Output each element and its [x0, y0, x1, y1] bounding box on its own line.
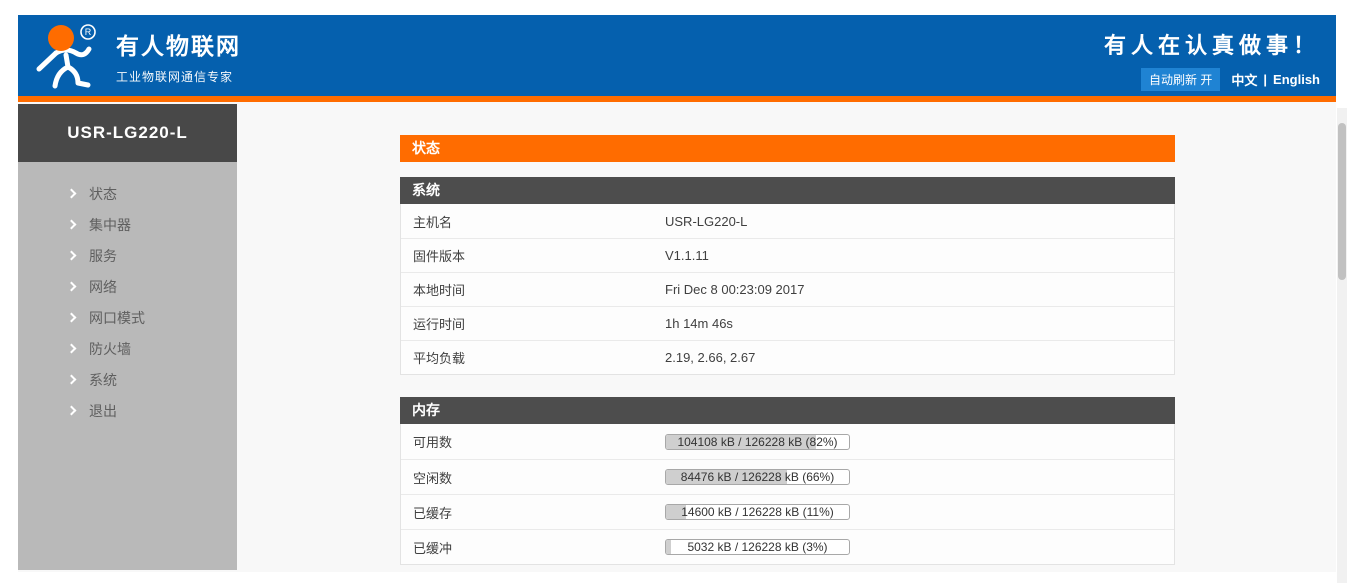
sidebar-nav: 状态 集中器 服务 网络 网口模式	[18, 162, 237, 426]
header-links: 自动刷新 开 中文 | English	[1104, 68, 1320, 91]
brand-title: 有人物联网	[116, 27, 241, 61]
row-label: 可用数	[413, 432, 665, 451]
sidebar-item-label: 退出	[89, 401, 117, 421]
sidebar-item-status[interactable]: 状态	[18, 178, 237, 209]
sidebar-item-network[interactable]: 网络	[18, 271, 237, 302]
sidebar-item-logout[interactable]: 退出	[18, 395, 237, 426]
header-slogan: 有人在认真做事！	[1104, 28, 1320, 60]
row-value: 1h 14m 46s	[665, 316, 733, 331]
header-right: 有人在认真做事！ 自动刷新 开 中文 | English	[1104, 15, 1336, 96]
sidebar-item-label: 防火墙	[89, 339, 131, 359]
chevron-right-icon	[67, 344, 77, 354]
memory-progress-bar: 14600 kB / 126228 kB (11%)	[665, 504, 850, 520]
content-inner: 状态 系统 主机名 USR-LG220-L 固件版本 V1.1.11	[400, 135, 1175, 565]
table-row-firmware: 固件版本 V1.1.11	[401, 238, 1174, 272]
table-row-hostname: 主机名 USR-LG220-L	[401, 204, 1174, 238]
memory-progress-bar: 104108 kB / 126228 kB (82%)	[665, 434, 850, 450]
row-label: 已缓冲	[413, 538, 665, 557]
table-row-mem-available: 可用数 104108 kB / 126228 kB (82%)	[401, 424, 1174, 459]
memory-panel-header: 内存	[400, 397, 1175, 424]
lang-english-link[interactable]: English	[1273, 72, 1320, 87]
content-area: 状态 系统 主机名 USR-LG220-L 固件版本 V1.1.11	[237, 102, 1336, 572]
chevron-right-icon	[67, 251, 77, 261]
sidebar-item-label: 系统	[89, 370, 117, 390]
chevron-right-icon	[67, 375, 77, 385]
header-bar: R 有人物联网 工业物联网通信专家 有人在认真做事！ 自动刷新 开 中文 | E…	[18, 15, 1336, 102]
sidebar-item-label: 网口模式	[89, 308, 145, 328]
chevron-right-icon	[67, 189, 77, 199]
sidebar-item-concentrator[interactable]: 集中器	[18, 209, 237, 240]
progress-text: 5032 kB / 126228 kB (3%)	[666, 540, 849, 554]
sidebar: USR-LG220-L 状态 集中器 服务 网络	[18, 104, 237, 570]
usr-logo-icon: R	[30, 22, 106, 92]
row-label: 空闲数	[413, 468, 665, 487]
chevron-right-icon	[67, 406, 77, 416]
brand-logo-group: R 有人物联网 工业物联网通信专家	[18, 15, 241, 96]
main-area: USR-LG220-L 状态 集中器 服务 网络	[18, 102, 1336, 572]
progress-text: 14600 kB / 126228 kB (11%)	[666, 505, 849, 519]
progress-text: 104108 kB / 126228 kB (82%)	[666, 435, 849, 449]
table-row-mem-cached: 已缓存 14600 kB / 126228 kB (11%)	[401, 494, 1174, 529]
system-panel: 系统 主机名 USR-LG220-L 固件版本 V1.1.11 本地时间 Fri	[400, 177, 1175, 375]
lang-chinese-link[interactable]: 中文	[1231, 70, 1257, 89]
memory-table: 可用数 104108 kB / 126228 kB (82%) 空闲数 8447…	[400, 424, 1175, 565]
page-title: 状态	[400, 135, 1175, 162]
logo-head-circle	[48, 25, 74, 51]
row-value: USR-LG220-L	[665, 214, 747, 229]
auto-refresh-toggle[interactable]: 自动刷新 开	[1141, 68, 1220, 91]
table-row-load-average: 平均负载 2.19, 2.66, 2.67	[401, 340, 1174, 374]
brand-text: 有人物联网 工业物联网通信专家	[116, 27, 241, 85]
memory-progress-bar: 84476 kB / 126228 kB (66%)	[665, 469, 850, 485]
sidebar-item-label: 状态	[89, 184, 117, 204]
language-switcher: 中文 | English	[1231, 70, 1320, 89]
memory-panel: 内存 可用数 104108 kB / 126228 kB (82%) 空闲数	[400, 397, 1175, 565]
svg-text:R: R	[85, 27, 92, 37]
sidebar-item-label: 网络	[89, 277, 117, 297]
memory-progress-bar: 5032 kB / 126228 kB (3%)	[665, 539, 850, 555]
table-row-local-time: 本地时间 Fri Dec 8 00:23:09 2017	[401, 272, 1174, 306]
scrollbar-thumb[interactable]	[1338, 123, 1346, 280]
row-label: 固件版本	[413, 246, 665, 265]
vertical-scrollbar[interactable]	[1337, 108, 1347, 583]
row-value: 2.19, 2.66, 2.67	[665, 350, 755, 365]
row-value: V1.1.11	[665, 248, 709, 263]
chevron-right-icon	[67, 282, 77, 292]
brand-subtitle: 工业物联网通信专家	[116, 68, 241, 85]
chevron-right-icon	[67, 220, 77, 230]
system-panel-header: 系统	[400, 177, 1175, 204]
sidebar-item-label: 集中器	[89, 215, 131, 235]
row-label: 主机名	[413, 212, 665, 231]
table-row-mem-free: 空闲数 84476 kB / 126228 kB (66%)	[401, 459, 1174, 494]
app-window: R 有人物联网 工业物联网通信专家 有人在认真做事！ 自动刷新 开 中文 | E…	[18, 15, 1336, 572]
sidebar-item-services[interactable]: 服务	[18, 240, 237, 271]
system-table: 主机名 USR-LG220-L 固件版本 V1.1.11 本地时间 Fri De…	[400, 204, 1175, 375]
row-value: Fri Dec 8 00:23:09 2017	[665, 282, 804, 297]
lang-separator: |	[1263, 72, 1267, 87]
progress-text: 84476 kB / 126228 kB (66%)	[666, 470, 849, 484]
sidebar-item-system[interactable]: 系统	[18, 364, 237, 395]
table-row-uptime: 运行时间 1h 14m 46s	[401, 306, 1174, 340]
row-label: 本地时间	[413, 280, 665, 299]
table-row-mem-buffered: 已缓冲 5032 kB / 126228 kB (3%)	[401, 529, 1174, 564]
row-label: 平均负载	[413, 348, 665, 367]
device-name: USR-LG220-L	[18, 104, 237, 162]
row-label: 运行时间	[413, 314, 665, 333]
sidebar-item-port-mode[interactable]: 网口模式	[18, 302, 237, 333]
sidebar-item-firewall[interactable]: 防火墙	[18, 333, 237, 364]
row-label: 已缓存	[413, 503, 665, 522]
sidebar-item-label: 服务	[89, 246, 117, 266]
chevron-right-icon	[67, 313, 77, 323]
